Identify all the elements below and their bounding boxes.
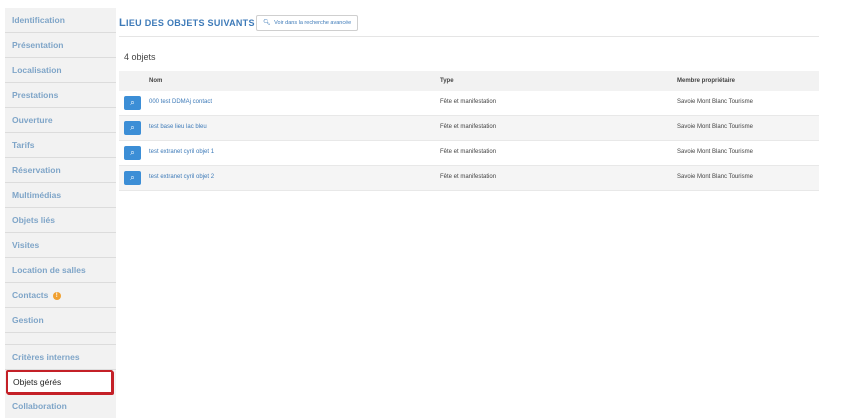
view-object-button[interactable]: ⌕ [124, 146, 141, 160]
advanced-search-button[interactable]: 🔍︎ Voir dans la recherche avancée [256, 15, 359, 31]
object-type: Fête et manifestation [440, 99, 497, 105]
object-owner: Savoie Mont Blanc Tourisme [677, 99, 753, 105]
object-owner: Savoie Mont Blanc Tourisme [677, 174, 753, 180]
magnifier-icon: 🔍︎ [263, 20, 271, 26]
sidebar-item-prestations[interactable]: Prestations [5, 83, 116, 108]
table-row: ⌕ test extranet cyril objet 2 Fête et ma… [119, 166, 819, 191]
advanced-search-label: Voir dans la recherche avancée [274, 20, 352, 26]
sidebar: Identification Présentation Localisation… [5, 8, 116, 418]
magnifier-icon: ⌕ [130, 173, 135, 182]
sidebar-item-localisation[interactable]: Localisation [5, 58, 116, 83]
sidebar-item-collaboration[interactable]: Collaboration [5, 394, 116, 418]
sidebar-item-label: Contacts [12, 290, 49, 300]
sidebar-item-objets-lies[interactable]: Objets liés [5, 208, 116, 233]
title-bar: Lieu des objets suivants 🔍︎ Voir dans la… [119, 8, 819, 37]
object-name-link[interactable]: 000 test DDMAj contact [149, 99, 212, 105]
sidebar-item-identification[interactable]: Identification [5, 8, 116, 33]
magnifier-icon: ⌕ [130, 148, 135, 157]
sidebar-divider [5, 333, 116, 345]
sidebar-item-ouverture[interactable]: Ouverture [5, 108, 116, 133]
object-count: 4 objets [124, 52, 156, 62]
sidebar-item-reservation[interactable]: Réservation [5, 158, 116, 183]
sidebar-item-presentation[interactable]: Présentation [5, 33, 116, 58]
view-object-button[interactable]: ⌕ [124, 171, 141, 185]
column-header-name[interactable]: Nom [149, 78, 162, 84]
object-owner: Savoie Mont Blanc Tourisme [677, 149, 753, 155]
sidebar-item-criteres-internes[interactable]: Critères internes [5, 345, 116, 370]
object-type: Fête et manifestation [440, 149, 497, 155]
objects-table: Nom Type Membre propriétaire ⌕ 000 test … [119, 71, 819, 191]
column-header-owner[interactable]: Membre propriétaire [677, 78, 735, 84]
table-row: ⌕ 000 test DDMAj contact Fête et manifes… [119, 91, 819, 116]
object-name-link[interactable]: test extranet cyril objet 2 [149, 174, 214, 180]
table-row: ⌕ test extranet cyril objet 1 Fête et ma… [119, 141, 819, 166]
view-object-button[interactable]: ⌕ [124, 121, 141, 135]
object-name-link[interactable]: test extranet cyril objet 1 [149, 149, 214, 155]
main-content: Lieu des objets suivants 🔍︎ Voir dans la… [119, 8, 819, 191]
column-header-type[interactable]: Type [440, 78, 454, 84]
page-title: Lieu des objets suivants [119, 17, 255, 29]
sidebar-item-objets-geres[interactable]: Objets gérés [6, 370, 113, 394]
magnifier-icon: ⌕ [130, 123, 135, 132]
sidebar-item-contacts[interactable]: Contacts ! [5, 283, 116, 308]
sidebar-item-multimedias[interactable]: Multimédias [5, 183, 116, 208]
magnifier-icon: ⌕ [130, 98, 135, 107]
object-owner: Savoie Mont Blanc Tourisme [677, 124, 753, 130]
object-type: Fête et manifestation [440, 174, 497, 180]
sidebar-item-visites[interactable]: Visites [5, 233, 116, 258]
sidebar-item-gestion[interactable]: Gestion [5, 308, 116, 333]
warning-icon: ! [52, 292, 61, 300]
sidebar-item-tarifs[interactable]: Tarifs [5, 133, 116, 158]
object-type: Fête et manifestation [440, 124, 497, 130]
table-header: Nom Type Membre propriétaire [119, 71, 819, 91]
object-name-link[interactable]: test base lieu lac bleu [149, 124, 207, 130]
sidebar-item-location-de-salles[interactable]: Location de salles [5, 258, 116, 283]
table-row: ⌕ test base lieu lac bleu Fête et manife… [119, 116, 819, 141]
view-object-button[interactable]: ⌕ [124, 96, 141, 110]
